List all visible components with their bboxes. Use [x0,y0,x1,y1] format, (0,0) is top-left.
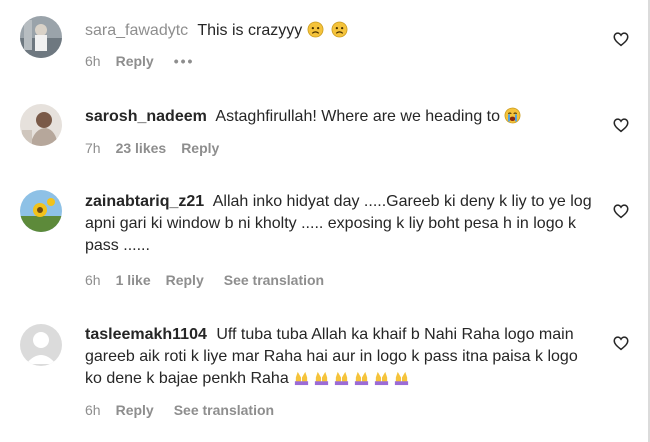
comment-time[interactable]: 7h [85,140,101,156]
comment-emojis [307,20,351,42]
comment-body: zainabtariq_z21 Allah inko hidyat day ..… [85,191,595,257]
comment-time[interactable]: 6h [85,53,101,69]
reply-button[interactable]: Reply [116,402,154,418]
heart-icon[interactable] [612,202,630,220]
see-translation-link[interactable]: See translation [224,272,324,288]
comment-time[interactable]: 6h [85,402,101,418]
comment-username[interactable]: sara_fawadytc [85,22,188,39]
heart-icon[interactable] [612,116,630,134]
likes-count[interactable]: 23 likes [116,140,167,156]
comment-time[interactable]: 6h [85,272,101,288]
pleading-hands-icon [355,371,369,386]
comment-username[interactable]: tasleemakh1104 [85,326,207,343]
heart-icon[interactable] [612,334,630,352]
avatar[interactable] [20,190,62,232]
likes-count[interactable]: 1 like [116,272,151,288]
comment-username[interactable]: sarosh_nadeem [85,108,207,125]
avatar[interactable] [20,104,62,146]
comment-text: Astaghfirullah! Where are we heading to [215,108,501,125]
comment-username[interactable]: zainabtariq_z21 [85,193,204,210]
pleading-hands-icon [395,371,409,386]
reply-button[interactable]: Reply [181,140,219,156]
worried-face-icon [331,21,348,38]
avatar[interactable] [20,324,62,366]
pleading-hands-icon [375,371,389,386]
pleading-hands-icon [335,371,349,386]
more-options-icon[interactable]: ••• [174,53,195,69]
heart-icon[interactable] [612,30,630,48]
comment-emojis [293,368,413,390]
reply-button[interactable]: Reply [166,272,204,288]
crying-face-icon [505,107,521,124]
worried-face-icon [307,21,324,38]
comment-text: This is crazyyy [197,22,303,39]
avatar[interactable] [20,16,62,58]
pleading-hands-icon [295,371,309,386]
see-translation-link[interactable]: See translation [174,402,274,418]
pleading-hands-icon [315,371,329,386]
reply-button[interactable]: Reply [116,53,154,69]
